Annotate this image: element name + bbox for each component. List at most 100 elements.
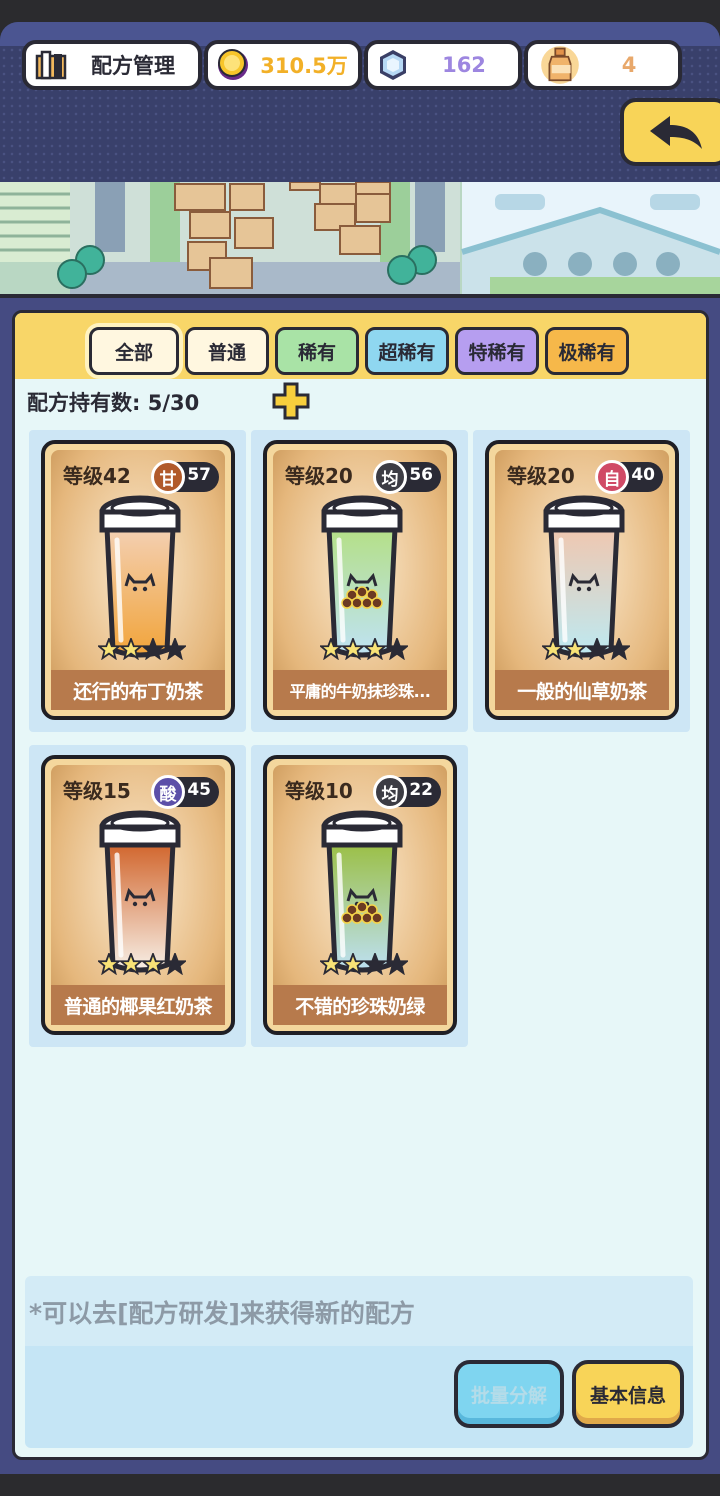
tab-rare[interactable]: 稀有 bbox=[275, 327, 359, 375]
shop-scenery-banner bbox=[0, 182, 720, 298]
drink-bottle-icon bbox=[541, 46, 579, 84]
recipe-level: 等级20 bbox=[507, 464, 575, 488]
hint-text: *可以去[配方研发]来获得新的配方 bbox=[29, 1299, 415, 1328]
back-arrow-icon bbox=[650, 116, 702, 149]
recipe-card-slot: 等级15 酸 45 普通的椰果红奶茶 bbox=[29, 745, 246, 1047]
star-filled-icon bbox=[320, 638, 342, 660]
star-empty-icon bbox=[386, 953, 408, 975]
recipe-name: 还行的布丁奶茶 bbox=[51, 670, 225, 710]
recipe-card[interactable]: 等级20 均 56 平庸的牛奶抹珍珠... bbox=[263, 440, 457, 720]
tab-rare-label: 稀有 bbox=[297, 341, 336, 364]
star-empty-icon bbox=[164, 953, 186, 975]
star-filled-icon bbox=[364, 638, 386, 660]
star-filled-icon bbox=[342, 638, 364, 660]
gem-counter[interactable]: 162 bbox=[364, 40, 522, 90]
taste-badge: 甘 57 bbox=[151, 460, 219, 494]
gem-value: 162 bbox=[442, 53, 486, 77]
star-filled-icon bbox=[342, 953, 364, 975]
star-filled-icon bbox=[120, 953, 142, 975]
recipe-level: 等级42 bbox=[63, 464, 131, 488]
recipe-name: 不错的珍珠奶绿 bbox=[273, 985, 447, 1025]
tab-common[interactable]: 普通 bbox=[185, 327, 269, 375]
basic-info-label: 基本信息 bbox=[589, 1384, 666, 1407]
system-nav-bar bbox=[0, 1474, 720, 1496]
star-empty-icon bbox=[142, 638, 164, 660]
hint-box: *可以去[配方研发]来获得新的配方 bbox=[25, 1276, 693, 1346]
back-button[interactable] bbox=[620, 98, 720, 166]
rarity-stars bbox=[97, 638, 187, 662]
recipe-management-label: 配方管理 bbox=[91, 54, 175, 78]
tab-super-rare[interactable]: 超稀有 bbox=[365, 327, 449, 375]
taste-type: 均 bbox=[373, 460, 407, 494]
rarity-stars bbox=[319, 638, 409, 662]
recipe-level: 等级10 bbox=[285, 779, 353, 803]
star-filled-icon bbox=[542, 638, 564, 660]
tab-all-label: 全部 bbox=[114, 341, 153, 364]
recipe-card[interactable]: 等级10 均 22 不错的珍珠奶绿 bbox=[263, 755, 457, 1035]
gem-icon bbox=[380, 50, 406, 80]
basic-info-button[interactable]: 基本信息 bbox=[572, 1360, 684, 1428]
recipe-name: 平庸的牛奶抹珍珠... bbox=[273, 670, 447, 710]
star-empty-icon bbox=[364, 953, 386, 975]
action-bar: 批量分解 基本信息 bbox=[25, 1346, 693, 1448]
tab-super-rare-label: 超稀有 bbox=[378, 341, 436, 364]
star-empty-icon bbox=[586, 638, 608, 660]
scenery-illustration bbox=[0, 182, 720, 294]
recipe-card[interactable]: 等级20 自 40 一般的仙草奶茶 bbox=[485, 440, 679, 720]
taste-badge: 酸 45 bbox=[151, 775, 219, 809]
star-filled-icon bbox=[320, 953, 342, 975]
taste-type: 酸 bbox=[151, 775, 185, 809]
taste-value: 56 bbox=[409, 465, 433, 485]
taste-value: 22 bbox=[409, 780, 433, 800]
star-filled-icon bbox=[142, 953, 164, 975]
tab-special-rare[interactable]: 特稀有 bbox=[455, 327, 539, 375]
bottle-counter[interactable]: 4 bbox=[524, 40, 682, 90]
recipe-card[interactable]: 等级42 甘 57 还行的布丁奶茶 bbox=[41, 440, 235, 720]
star-filled-icon bbox=[564, 638, 586, 660]
tab-common-label: 普通 bbox=[207, 341, 246, 364]
system-status-bar bbox=[0, 0, 720, 22]
coin-counter[interactable]: 310.5万 bbox=[204, 40, 362, 90]
taste-type: 均 bbox=[373, 775, 407, 809]
recipe-count-value: 5/30 bbox=[147, 391, 200, 415]
recipe-card[interactable]: 等级15 酸 45 普通的椰果红奶茶 bbox=[41, 755, 235, 1035]
star-filled-icon bbox=[98, 638, 120, 660]
taste-type: 甘 bbox=[151, 460, 185, 494]
batch-decompose-label: 批量分解 bbox=[470, 1384, 547, 1407]
tab-all[interactable]: 全部 bbox=[89, 327, 179, 375]
recipe-name: 普通的椰果红奶茶 bbox=[51, 985, 225, 1025]
star-filled-icon bbox=[120, 638, 142, 660]
tab-ultra-rare-label: 极稀有 bbox=[558, 341, 616, 364]
taste-badge: 均 22 bbox=[373, 775, 441, 809]
tab-ultra-rare[interactable]: 极稀有 bbox=[545, 327, 629, 375]
recipe-level: 等级20 bbox=[285, 464, 353, 488]
star-empty-icon bbox=[608, 638, 630, 660]
recipe-book-icon bbox=[35, 50, 67, 80]
bottle-value: 4 bbox=[621, 53, 637, 77]
rarity-stars bbox=[97, 953, 187, 977]
recipe-card-slot: 等级42 甘 57 还行的布丁奶茶 bbox=[29, 430, 246, 732]
recipe-management-title: 配方管理 bbox=[22, 40, 202, 90]
star-empty-icon bbox=[164, 638, 186, 660]
recipe-panel: 全部 普通 稀有 超稀有 特稀有 极稀有 配方持有数: 5/30 等级42 甘 57… bbox=[12, 310, 709, 1460]
taste-badge: 均 56 bbox=[373, 460, 441, 494]
recipe-count: 配方持有数: 5/30 bbox=[27, 387, 199, 417]
add-slot-icon[interactable] bbox=[272, 382, 310, 420]
star-filled-icon bbox=[98, 953, 120, 975]
batch-decompose-button[interactable]: 批量分解 bbox=[454, 1360, 564, 1428]
recipe-card-slot: 等级10 均 22 不错的珍珠奶绿 bbox=[251, 745, 468, 1047]
recipe-level: 等级15 bbox=[63, 779, 131, 803]
taste-type: 自 bbox=[595, 460, 629, 494]
recipe-management-screen: 配方管理 310.5万 162 4 全部 普通 稀有 超稀有 特稀有 极稀有 配… bbox=[0, 0, 720, 1496]
taste-value: 45 bbox=[187, 780, 211, 800]
recipe-name: 一般的仙草奶茶 bbox=[495, 670, 669, 710]
taste-value: 57 bbox=[187, 465, 211, 485]
rarity-stars bbox=[541, 638, 631, 662]
taste-value: 40 bbox=[631, 465, 655, 485]
rarity-stars bbox=[319, 953, 409, 977]
coin-value: 310.5万 bbox=[260, 54, 348, 78]
recipe-card-slot: 等级20 均 56 平庸的牛奶抹珍珠... bbox=[251, 430, 468, 732]
taste-badge: 自 40 bbox=[595, 460, 663, 494]
star-empty-icon bbox=[386, 638, 408, 660]
recipe-count-label: 配方持有数: bbox=[27, 391, 141, 415]
